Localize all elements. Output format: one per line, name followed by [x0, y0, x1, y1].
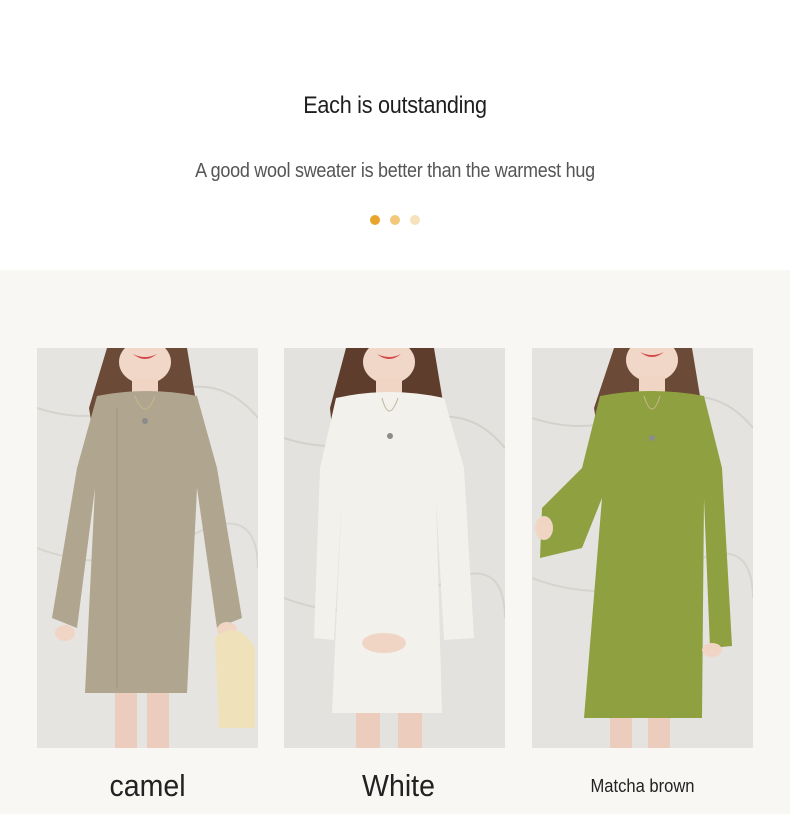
- product-image-camel[interactable]: [37, 348, 258, 748]
- carousel-dots: [0, 212, 790, 230]
- carousel-dot-2[interactable]: [390, 215, 400, 225]
- carousel-dot-1[interactable]: [370, 215, 380, 225]
- carousel-dot-3[interactable]: [410, 215, 420, 225]
- product-image-matcha-brown[interactable]: [532, 348, 753, 748]
- header-section: Each is outstanding A good wool sweater …: [0, 0, 790, 270]
- product-label-camel: camel: [109, 768, 186, 803]
- product-gallery: camel White Matcha brown: [0, 270, 790, 814]
- product-label-white: White: [362, 768, 435, 803]
- section-title: Each is outstanding: [303, 92, 487, 119]
- product-image-white[interactable]: [284, 348, 505, 748]
- product-label-matcha-brown: Matcha brown: [590, 776, 695, 796]
- section-subtitle: A good wool sweater is better than the w…: [195, 160, 595, 182]
